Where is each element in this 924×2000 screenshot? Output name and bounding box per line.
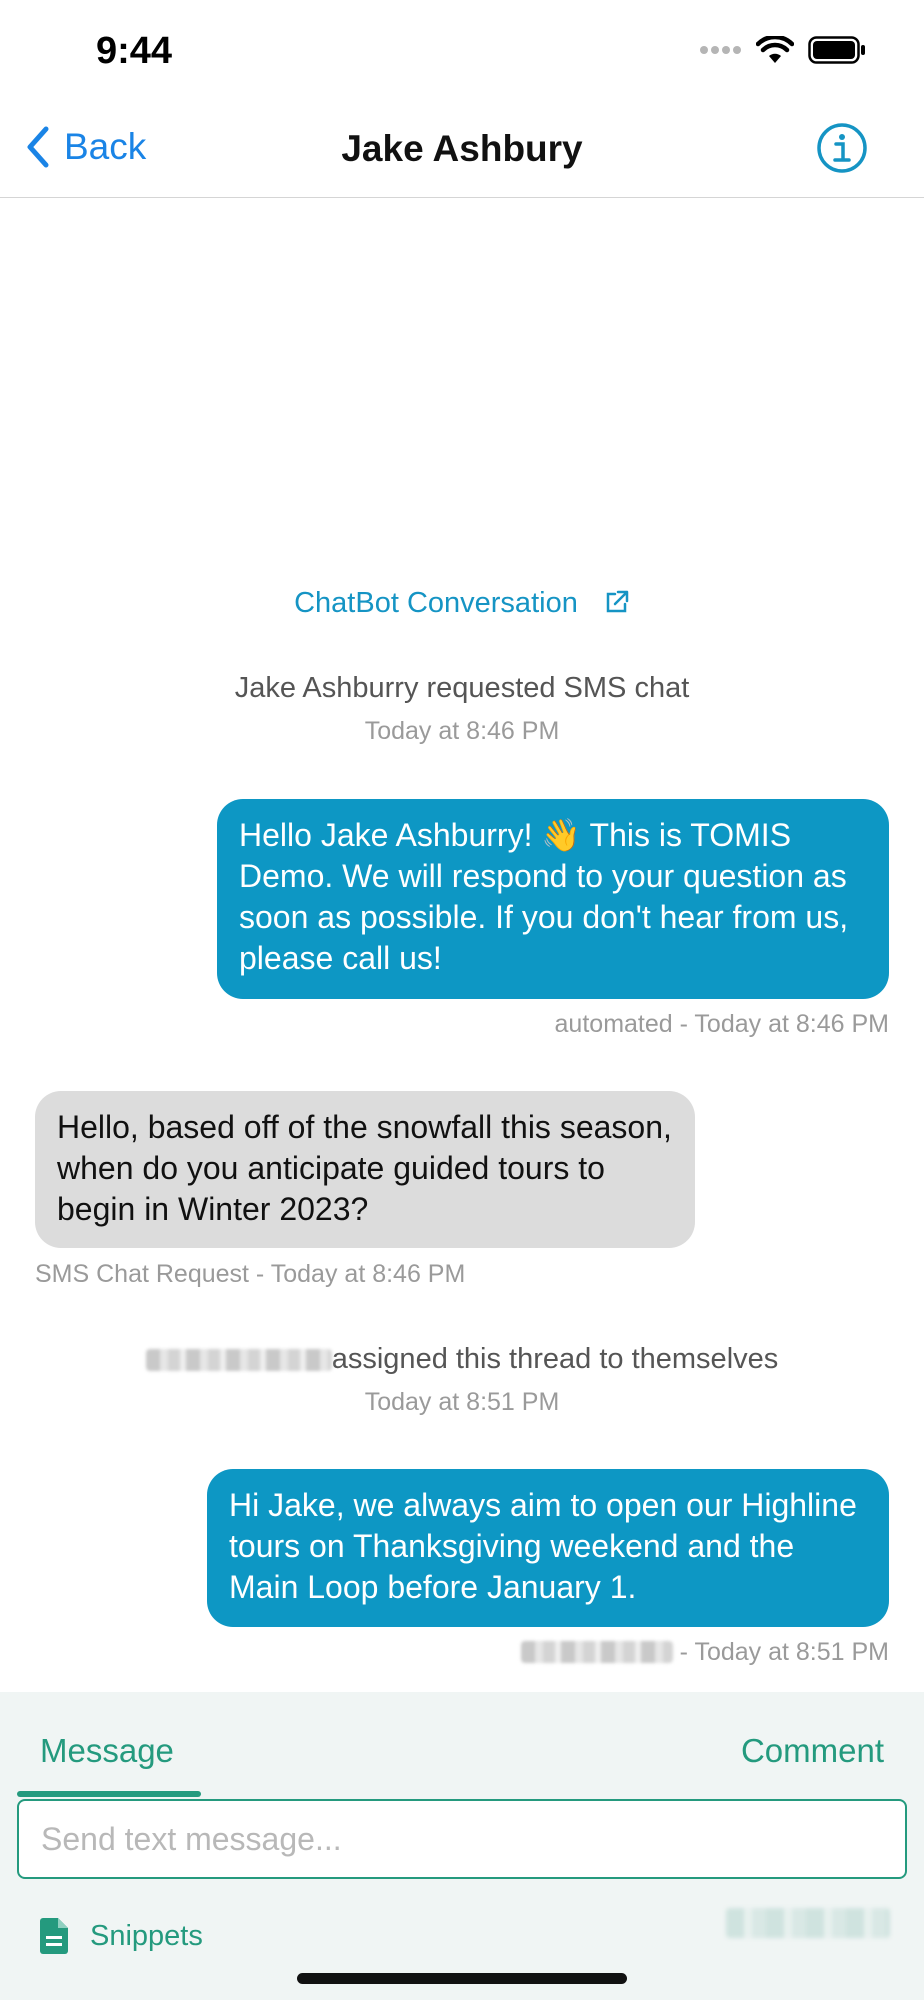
wifi-icon [756, 36, 794, 63]
system-event: Jake Ashburry requested SMS chat Today a… [0, 672, 924, 746]
external-link-icon [606, 590, 629, 613]
message-text: Hello, based off of the snowfall this se… [57, 1109, 672, 1227]
status-icons [700, 36, 866, 64]
snippets-button[interactable]: Snippets [40, 1918, 203, 1954]
info-icon[interactable] [816, 122, 868, 174]
document-icon [40, 1918, 68, 1954]
message-meta-row: - Today at 8:51 PM [520, 1638, 889, 1667]
event-text: Jake Ashburry requested SMS chat [234, 672, 690, 704]
battery-icon [808, 36, 865, 64]
tab-comment[interactable]: Comment [741, 1732, 884, 1770]
event-text: assigned this thread to themselves [331, 1343, 779, 1375]
message-meta: SMS Chat Request - Today at 8:46 PM [35, 1260, 466, 1288]
status-time: 9:44 [96, 30, 173, 72]
message-input[interactable] [17, 1799, 907, 1879]
signal-icon [700, 46, 741, 54]
home-indicator [297, 1973, 627, 1984]
page-title: Jake Ashbury [341, 128, 583, 169]
tab-message[interactable]: Message [40, 1732, 174, 1770]
event-text-row: assigned this thread to themselves [0, 1343, 924, 1376]
message-meta: - Today at 8:51 PM [679, 1638, 889, 1666]
system-event: assigned this thread to themselves Today… [0, 1343, 924, 1417]
redacted-name [145, 1349, 332, 1371]
message-meta: automated - Today at 8:46 PM [554, 1010, 889, 1038]
redacted-content [726, 1908, 890, 1938]
message-text: Hi Jake, we always aim to open our Highl… [229, 1487, 857, 1605]
event-time: Today at 8:46 PM [364, 717, 560, 745]
message-text: Hello Jake Ashburry! 👋 This is TOMIS Dem… [239, 817, 849, 976]
snippets-label: Snippets [90, 1919, 203, 1952]
nav-bar: Back Jake Ashbury [0, 100, 924, 198]
outgoing-message-bubble: Hi Jake, we always aim to open our Highl… [207, 1469, 889, 1627]
active-tab-indicator [17, 1791, 201, 1797]
redacted-name [520, 1641, 673, 1663]
chatbot-conversation-label: ChatBot Conversation [294, 587, 578, 619]
event-time: Today at 8:51 PM [364, 1388, 560, 1416]
incoming-message-bubble: Hello, based off of the snowfall this se… [35, 1091, 695, 1248]
status-bar: 9:44 [0, 0, 924, 100]
outgoing-message-bubble: Hello Jake Ashburry! 👋 This is TOMIS Dem… [217, 799, 889, 999]
composer: Message Comment Snippets [0, 1692, 924, 2000]
chatbot-conversation-link[interactable]: ChatBot Conversation [0, 587, 924, 620]
